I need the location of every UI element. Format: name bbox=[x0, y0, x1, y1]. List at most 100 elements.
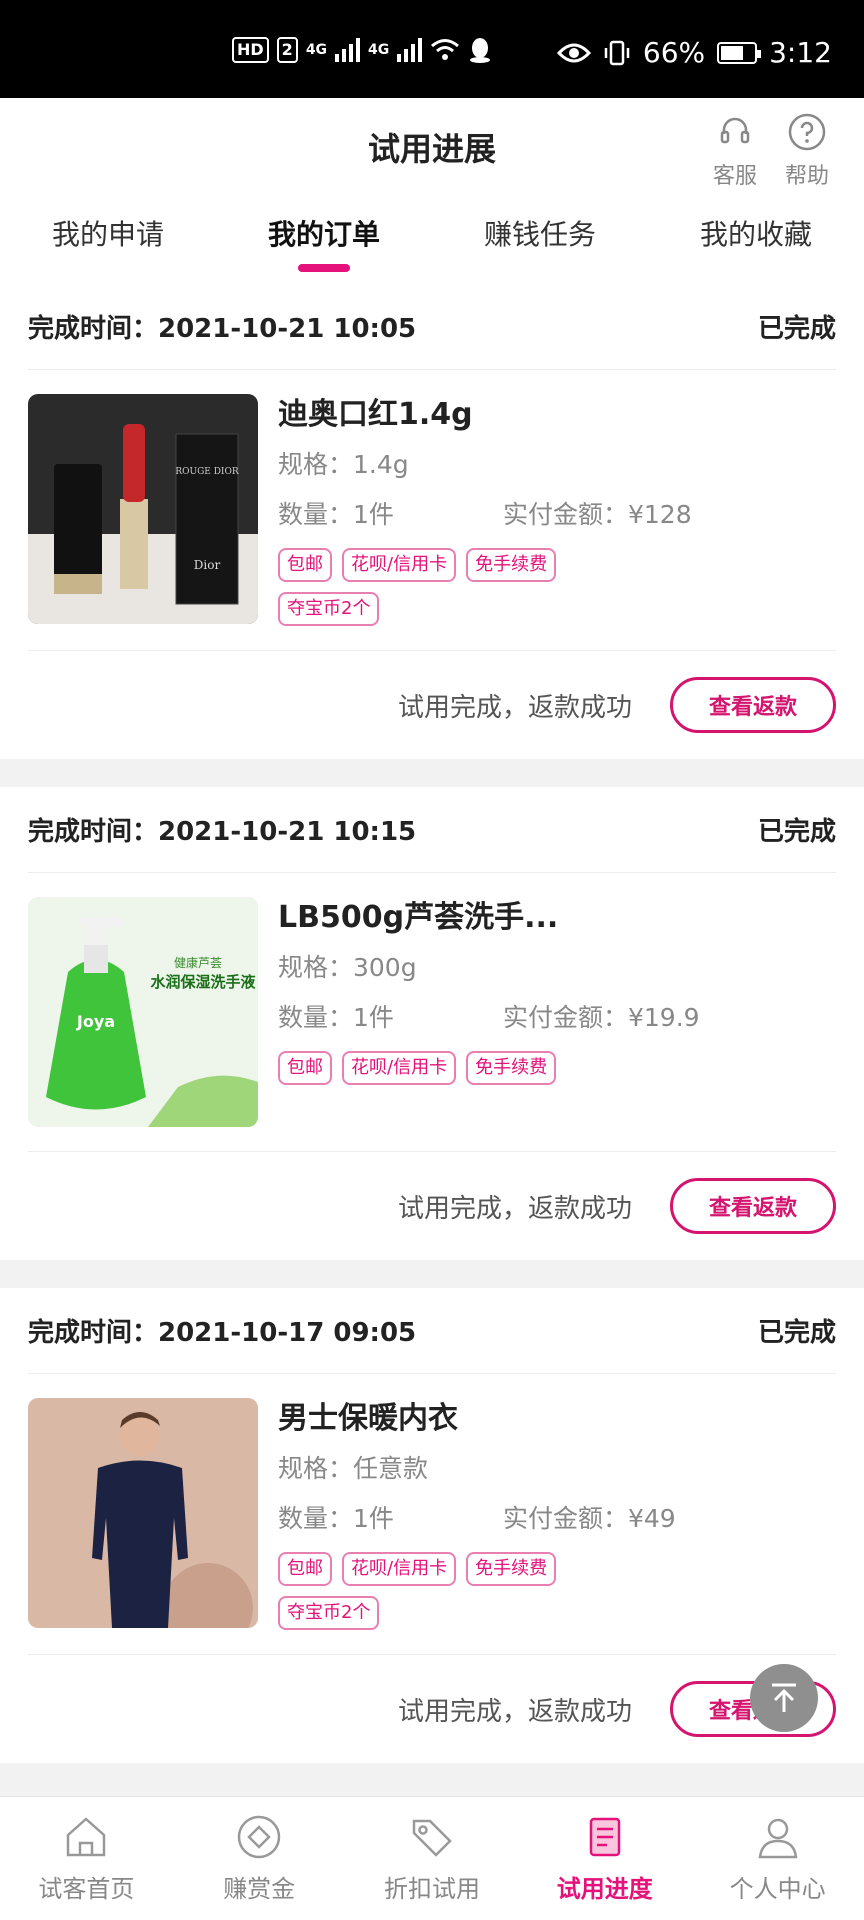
tab-my-applications[interactable]: 我的申请 bbox=[0, 208, 216, 272]
tag: 包邮 bbox=[278, 1051, 332, 1085]
signal-icon bbox=[335, 38, 361, 62]
clock: 3:12 bbox=[769, 36, 832, 69]
order-status: 已完成 bbox=[757, 817, 836, 847]
paid-amount: 实付金额：¥19.9 bbox=[503, 1003, 700, 1032]
order-card: 完成时间：2021-10-17 09:05 已完成 男士保暖内衣 规格：任意款 … bbox=[0, 1288, 864, 1763]
product-quantity: 数量：1件 bbox=[278, 500, 394, 529]
soap-image-line2: 水润保湿洗手液 bbox=[150, 973, 256, 991]
tag-list: 包邮 花呗/信用卡 免手续费 夺宝币2个 bbox=[278, 1552, 578, 1630]
status-right: 66% 3:12 bbox=[556, 36, 832, 69]
tag: 免手续费 bbox=[466, 548, 557, 582]
tab-my-orders[interactable]: 我的订单 bbox=[216, 208, 432, 272]
product-spec: 规格：300g bbox=[278, 953, 417, 982]
trial-result-text: 试用完成，返款成功 bbox=[397, 1696, 632, 1727]
product-info: 迪奥口红1.4g 规格：1.4g 数量：1件 实付金额：¥128 包邮 花呗/信… bbox=[278, 394, 836, 626]
view-refund-button[interactable]: 查看返款 bbox=[670, 677, 836, 733]
lipstick-box-brand: ROUGE DIOR bbox=[175, 467, 239, 477]
quantity-price-row: 数量：1件 实付金额：¥19.9 bbox=[278, 993, 836, 1043]
nav-discount-trial[interactable]: 折扣试用 bbox=[346, 1797, 519, 1920]
battery-icon bbox=[717, 41, 762, 64]
battery-percent: 66% bbox=[642, 36, 706, 69]
bottom-nav: 试客首页 赚赏金 折扣试用 试用进度 个人中心 bbox=[0, 1796, 864, 1920]
paid-amount: 实付金额：¥49 bbox=[503, 1504, 676, 1533]
network-label-2: 4G bbox=[368, 42, 390, 58]
product-image[interactable]: 健康芦荟 水润保湿洗手液 Joya bbox=[28, 897, 258, 1127]
order-product[interactable]: 男士保暖内衣 规格：任意款 数量：1件 实付金额：¥49 包邮 花呗/信用卡 免… bbox=[28, 1374, 836, 1655]
eye-icon bbox=[556, 43, 591, 62]
signal-icon bbox=[397, 38, 423, 62]
quantity-price-row: 数量：1件 实付金额：¥128 bbox=[278, 490, 836, 540]
document-icon bbox=[589, 1817, 621, 1857]
app-header: 试用进展 客服 帮助 我的申请 我的订单 赚钱任务 我的收藏 bbox=[0, 98, 864, 284]
user-icon bbox=[758, 1818, 797, 1859]
order-product[interactable]: ROUGE DIOR Dior 迪奥口红1.4g 规格：1.4g 数量：1件 实… bbox=[28, 370, 836, 651]
tab-bar: 我的申请 我的订单 赚钱任务 我的收藏 bbox=[0, 208, 864, 272]
order-product[interactable]: 健康芦荟 水润保湿洗手液 Joya LB500g芦荟洗手... 规格：300g … bbox=[28, 873, 836, 1152]
status-left: HD 2 4G 4G bbox=[232, 36, 492, 64]
product-info: 男士保暖内衣 规格：任意款 数量：1件 实付金额：¥49 包邮 花呗/信用卡 免… bbox=[278, 1398, 836, 1630]
tab-earning-tasks[interactable]: 赚钱任务 bbox=[432, 208, 648, 272]
sim-badge: 2 bbox=[276, 37, 298, 63]
back-to-top-button[interactable] bbox=[750, 1664, 818, 1732]
customer-service-label: 客服 bbox=[712, 164, 757, 189]
tag: 夺宝币2个 bbox=[278, 1596, 380, 1630]
trial-result-text: 试用完成，返款成功 bbox=[397, 692, 632, 723]
customer-service-button[interactable]: 客服 bbox=[700, 112, 770, 190]
wifi-icon bbox=[431, 39, 460, 60]
order-status: 已完成 bbox=[757, 1318, 836, 1348]
order-header: 完成时间：2021-10-21 10:05 已完成 bbox=[28, 284, 836, 370]
product-info: LB500g芦荟洗手... 规格：300g 数量：1件 实付金额：¥19.9 包… bbox=[278, 897, 836, 1127]
trial-result-text: 试用完成，返款成功 bbox=[397, 1193, 632, 1224]
help-icon bbox=[788, 113, 826, 151]
tag-list: 包邮 花呗/信用卡 免手续费 bbox=[278, 1051, 578, 1085]
completion-time: 完成时间：2021-10-21 10:05 bbox=[28, 314, 417, 344]
product-name: 男士保暖内衣 bbox=[278, 1401, 458, 1436]
nav-profile[interactable]: 个人中心 bbox=[691, 1797, 864, 1920]
nav-discount-trial-label: 折扣试用 bbox=[383, 1875, 480, 1903]
quantity-price-row: 数量：1件 实付金额：¥49 bbox=[278, 1494, 836, 1544]
lipstick-box-logo: Dior bbox=[194, 558, 221, 572]
product-name: LB500g芦荟洗手... bbox=[278, 900, 559, 935]
tag: 花呗/信用卡 bbox=[342, 1051, 457, 1085]
paid-amount: 实付金额：¥128 bbox=[503, 500, 692, 529]
soap-image-line1: 健康芦荟 bbox=[174, 955, 222, 970]
tag: 包邮 bbox=[278, 548, 332, 582]
nav-bounty[interactable]: 赚赏金 bbox=[173, 1797, 346, 1920]
nav-trial-progress[interactable]: 试用进度 bbox=[518, 1797, 691, 1920]
tag: 花呗/信用卡 bbox=[342, 1552, 457, 1586]
order-footer: 试用完成，返款成功 查看返款 bbox=[28, 651, 836, 759]
tag: 免手续费 bbox=[466, 1552, 557, 1586]
completion-time: 完成时间：2021-10-17 09:05 bbox=[28, 1318, 417, 1348]
hd-badge: HD bbox=[232, 37, 269, 63]
nav-home[interactable]: 试客首页 bbox=[0, 1797, 173, 1920]
home-icon bbox=[67, 1817, 106, 1857]
tag: 花呗/信用卡 bbox=[342, 548, 457, 582]
product-quantity: 数量：1件 bbox=[278, 1003, 394, 1032]
order-header: 完成时间：2021-10-21 10:15 已完成 bbox=[28, 787, 836, 873]
tag-icon bbox=[412, 1819, 452, 1857]
nav-home-label: 试客首页 bbox=[38, 1875, 135, 1903]
product-image[interactable] bbox=[28, 1398, 258, 1628]
status-bar: HD 2 4G 4G 66% 3:12 bbox=[0, 0, 864, 98]
order-footer: 试用完成，返款成功 查看返款 bbox=[28, 1152, 836, 1260]
product-spec: 规格：任意款 bbox=[278, 1454, 429, 1483]
view-refund-button[interactable]: 查看返款 bbox=[670, 1178, 836, 1234]
network-label-1: 4G bbox=[305, 42, 328, 58]
order-card: 完成时间：2021-10-21 10:15 已完成 健康芦荟 水润保湿洗手液 J… bbox=[0, 787, 864, 1260]
product-image[interactable]: ROUGE DIOR Dior bbox=[28, 394, 258, 624]
arrow-up-icon bbox=[772, 1683, 796, 1712]
order-header: 完成时间：2021-10-17 09:05 已完成 bbox=[28, 1288, 836, 1374]
vibrate-icon bbox=[604, 40, 630, 65]
order-footer: 试用完成，返款成功 查看返款 bbox=[28, 1655, 836, 1763]
tab-my-favorites[interactable]: 我的收藏 bbox=[648, 208, 864, 272]
nav-trial-progress-label: 试用进度 bbox=[556, 1875, 653, 1903]
order-list[interactable]: 完成时间：2021-10-21 10:05 已完成 ROUGE DIOR Dio… bbox=[0, 284, 864, 1778]
qq-icon bbox=[470, 38, 491, 63]
help-label: 帮助 bbox=[784, 164, 829, 189]
nav-bounty-label: 赚赏金 bbox=[223, 1875, 296, 1903]
headset-icon bbox=[720, 117, 750, 144]
help-button[interactable]: 帮助 bbox=[772, 112, 842, 190]
nav-profile-label: 个人中心 bbox=[729, 1875, 826, 1903]
tag: 免手续费 bbox=[466, 1051, 557, 1085]
product-quantity: 数量：1件 bbox=[278, 1504, 394, 1533]
